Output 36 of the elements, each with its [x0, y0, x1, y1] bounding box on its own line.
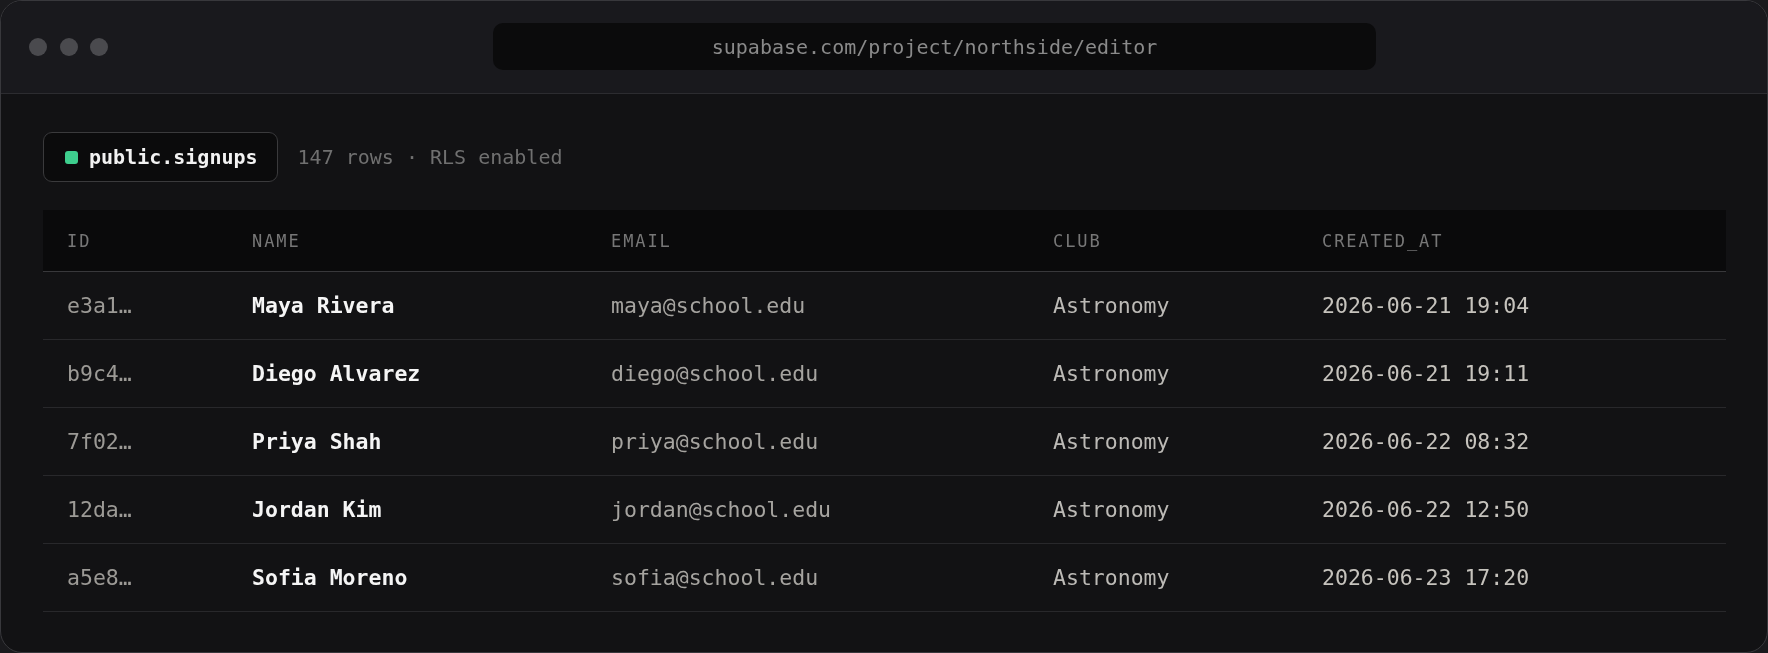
id-cell: e3a1…	[67, 293, 132, 318]
column-header[interactable]: ID	[67, 230, 92, 251]
column-header[interactable]: NAME	[252, 230, 301, 251]
id-cell: b9c4…	[67, 361, 132, 386]
id-cell: a5e8…	[67, 565, 132, 590]
table-name: public.signups	[89, 145, 258, 169]
table-meta-text: 147 rows · RLS enabled	[297, 145, 563, 169]
date-cell: 2026-06-23 17:20	[1322, 565, 1530, 590]
club-cell: Astronomy	[1053, 497, 1170, 522]
date-cell: 2026-06-22 12:50	[1322, 497, 1530, 522]
club-cell: Astronomy	[1053, 565, 1170, 590]
name-cell: Diego Alvarez	[252, 361, 421, 386]
name-cell: Maya Rivera	[252, 293, 395, 318]
date-cell: 2026-06-22 08:32	[1322, 429, 1530, 454]
email-cell: maya@school.edu	[611, 293, 806, 318]
club-cell: Astronomy	[1053, 429, 1170, 454]
name-cell: Jordan Kim	[252, 497, 382, 522]
address-bar[interactable]: supabase.com/project/northside/editor	[493, 23, 1376, 70]
email-cell: sofia@school.edu	[611, 565, 819, 590]
name-cell: Priya Shah	[252, 429, 382, 454]
column-header[interactable]: CREATED_AT	[1322, 230, 1444, 251]
name-cell: Sofia Moreno	[252, 565, 408, 590]
date-cell: 2026-06-21 19:04	[1322, 293, 1530, 318]
email-cell: jordan@school.edu	[611, 497, 832, 522]
window-dot-icon[interactable]	[59, 38, 78, 56]
id-cell: 7f02…	[67, 429, 132, 454]
club-cell: Astronomy	[1053, 361, 1170, 386]
window-dot-icon[interactable]	[29, 38, 47, 56]
email-cell: diego@school.edu	[611, 361, 819, 386]
column-header[interactable]: EMAIL	[611, 230, 672, 251]
email-cell: priya@school.edu	[611, 429, 819, 454]
club-cell: Astronomy	[1053, 293, 1170, 318]
window-dot-icon[interactable]	[90, 38, 108, 56]
date-cell: 2026-06-21 19:11	[1322, 361, 1530, 386]
id-cell: 12da…	[67, 497, 132, 522]
column-header[interactable]: CLUB	[1053, 230, 1102, 251]
